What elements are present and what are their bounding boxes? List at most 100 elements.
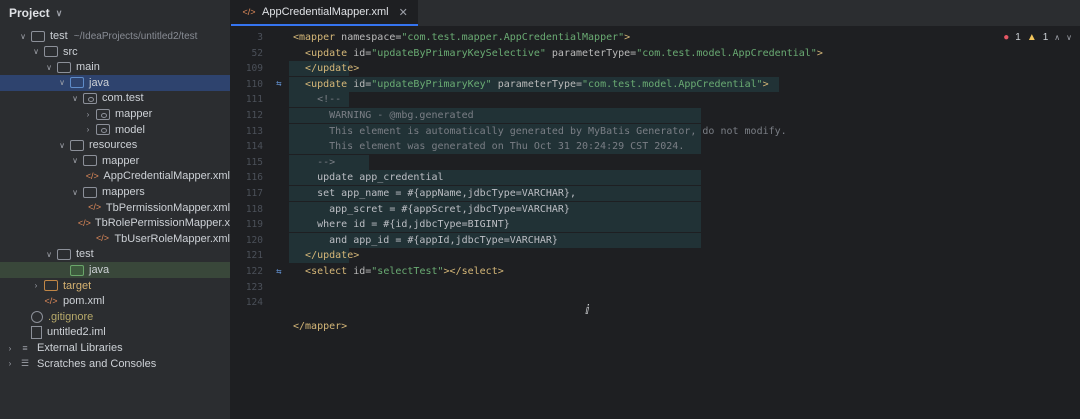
chevron-down-icon[interactable]: ∨ xyxy=(70,156,80,165)
code-line[interactable]: </mapper> xyxy=(231,319,1080,334)
text-cursor-icon: ⅈ xyxy=(585,303,590,318)
chevron-down-icon[interactable]: ∨ xyxy=(31,47,41,56)
code-line[interactable]: 110 ⇆ <update id="updateByPrimaryKey" par… xyxy=(231,77,1080,92)
tree-item-path: ~/IdeaProjects/untitled2/test xyxy=(73,30,198,42)
tree-item[interactable]: › model xyxy=(0,122,230,138)
chevron-down-icon[interactable]: ∨ xyxy=(57,141,67,150)
line-number: 114 xyxy=(245,141,263,153)
chevron-right-icon[interactable]: › xyxy=(83,110,93,119)
tree-item[interactable]: </> AppCredentialMapper.xml xyxy=(0,168,230,184)
xml-file-icon: </> xyxy=(88,202,102,213)
code-line[interactable]: 111 <!-- xyxy=(231,92,1080,107)
chevron-down-icon[interactable]: ∨ xyxy=(57,78,67,87)
chevron-right-icon[interactable]: › xyxy=(5,359,15,368)
chevron-right-icon[interactable]: › xyxy=(5,344,15,353)
tree-item[interactable]: › target xyxy=(0,278,230,294)
close-icon[interactable]: ✕ xyxy=(399,6,408,19)
tree-item[interactable]: untitled2.iml xyxy=(0,324,230,340)
line-number: 112 xyxy=(245,110,263,121)
line-number: 115 xyxy=(245,156,263,168)
code-line[interactable]: 122 ⇆ <select id="selectTest"></select> xyxy=(231,264,1080,279)
tree-item[interactable]: › ☰ Scratches and Consoles xyxy=(0,356,230,372)
tree-item-label: TbRolePermissionMapper.x xyxy=(94,217,230,230)
code-line[interactable]: 3 <mapper namespace="com.test.mapper.AppC… xyxy=(231,30,1080,45)
tree-item[interactable]: ∨ java xyxy=(0,74,230,91)
tree-item[interactable]: </> TbPermissionMapper.xml xyxy=(0,200,230,216)
ide-window: Project ∨ ∨ test ~/IdeaProjects/untitled2/… xyxy=(0,0,1080,419)
chevron-down-icon[interactable]: ∨ xyxy=(44,250,54,259)
code-editor[interactable]: 3 <mapper namespace="com.test.mapper.AppC… xyxy=(231,27,1080,419)
chevron-down-icon[interactable]: ∨ xyxy=(70,94,80,103)
tree-item[interactable]: ∨ mappers xyxy=(0,184,230,200)
tree-item[interactable]: ∨ com.test xyxy=(0,90,230,106)
tree-item-label: mapper xyxy=(115,108,153,120)
line-number: 117 xyxy=(245,188,263,199)
tree-item-label: model xyxy=(115,123,145,136)
tree-item[interactable]: </> pom.xml xyxy=(0,293,230,309)
chevron-down-icon[interactable]: ∨ xyxy=(56,8,63,19)
tree-item[interactable]: ∨ mapper xyxy=(0,153,230,169)
line-number: 121 xyxy=(245,250,263,262)
tree-item[interactable]: › ≡ External Libraries xyxy=(0,340,230,356)
code-line[interactable]: 52 <update id="updateByPrimaryKeySelecti… xyxy=(231,46,1080,61)
code-line[interactable]: 116 update app_credential xyxy=(231,170,1080,185)
code-text: </mapper> xyxy=(293,320,348,332)
code-text: set app_name = #{appName,jdbcType=VARCHA… xyxy=(293,188,576,199)
tree-item[interactable]: ∨ resources xyxy=(0,137,230,153)
tree-item-label: untitled2.iml xyxy=(47,326,106,339)
code-line[interactable]: 113 This element is automatically genera… xyxy=(231,124,1080,139)
code-line[interactable]: 118 app_scret = #{appScret,jdbcType=VARC… xyxy=(231,202,1080,217)
project-title: Project xyxy=(9,6,50,20)
code-line[interactable]: 117 set app_name = #{appName,jdbcType=VA… xyxy=(231,186,1080,201)
chevron-down-icon[interactable]: ∨ xyxy=(18,32,28,41)
tab-app-credential-mapper[interactable]: </> AppCredentialMapper.xml ✕ xyxy=(231,0,418,26)
code-line[interactable]: 112 WARNING - @mbg.generated xyxy=(231,108,1080,123)
line-number: 124 xyxy=(245,297,263,309)
xml-file-icon: </> xyxy=(44,295,58,306)
code-line[interactable]: 121 </update> xyxy=(231,248,1080,263)
folder-icon xyxy=(83,155,97,167)
tree-item-label: Scratches and Consoles xyxy=(37,357,157,370)
code-line[interactable]: 120 and app_id = #{appId,jdbcType=VARCHA… xyxy=(231,233,1080,248)
code-text: app_scret = #{appScret,jdbcType=VARCHAR} xyxy=(293,203,570,215)
code-line[interactable]: 114 This element was generated on Thu Oc… xyxy=(231,139,1080,154)
code-text: <!-- xyxy=(293,94,342,106)
chevron-right-icon[interactable]: › xyxy=(83,125,93,134)
code-line[interactable]: 124 xyxy=(231,295,1080,310)
ignore-file-icon xyxy=(31,310,43,323)
folder-icon xyxy=(70,77,84,89)
code-line[interactable]: 123 xyxy=(231,280,1080,295)
code-text: <update id="updateByPrimaryKey" paramete… xyxy=(305,78,769,90)
tree-item[interactable]: ∨ main xyxy=(0,59,230,75)
editor-tab-bar: </> AppCredentialMapper.xml ✕ xyxy=(231,0,1080,27)
line-number: 111 xyxy=(245,94,263,106)
tree-item-label: mappers xyxy=(102,186,145,198)
editor-area: </> AppCredentialMapper.xml ✕ ● 1 ▲ 1 ∧ … xyxy=(231,0,1080,419)
chevron-down-icon[interactable]: ∨ xyxy=(44,63,54,72)
project-panel-header[interactable]: Project ∨ xyxy=(0,0,230,26)
code-line[interactable]: 109 </update> xyxy=(231,61,1080,76)
code-line[interactable]: 115 --> xyxy=(231,155,1080,170)
code-text: <mapper namespace="com.test.mapper.AppCr… xyxy=(293,32,631,43)
chevron-right-icon[interactable]: › xyxy=(31,281,41,290)
folder-icon xyxy=(83,186,97,198)
tree-item[interactable]: java xyxy=(0,262,230,278)
tree-item[interactable]: ∨ test ~/IdeaProjects/untitled2/test xyxy=(0,28,230,44)
tree-item[interactable]: </> TbRolePermissionMapper.x xyxy=(0,215,230,231)
library-icon: ≡ xyxy=(22,342,28,353)
scratch-icon: ☰ xyxy=(20,358,30,369)
chevron-down-icon[interactable]: ∨ xyxy=(70,188,80,197)
tree-item[interactable]: › mapper xyxy=(0,106,230,122)
tree-item[interactable]: ∨ src xyxy=(0,44,230,60)
navigate-icon[interactable]: ⇆ xyxy=(269,267,289,277)
tree-item[interactable]: </> TbUserRoleMapper.xml xyxy=(0,231,230,247)
navigate-icon[interactable]: ⇆ xyxy=(269,79,289,89)
line-number: 113 xyxy=(245,125,263,137)
tree-item[interactable]: ∨ test xyxy=(0,246,230,262)
tree-item[interactable]: .gitignore xyxy=(0,309,230,325)
tree-item-label: main xyxy=(76,61,100,74)
code-line[interactable]: 119 where id = #{id,jdbcType=BIGINT} xyxy=(231,217,1080,232)
folder-icon xyxy=(44,280,58,292)
